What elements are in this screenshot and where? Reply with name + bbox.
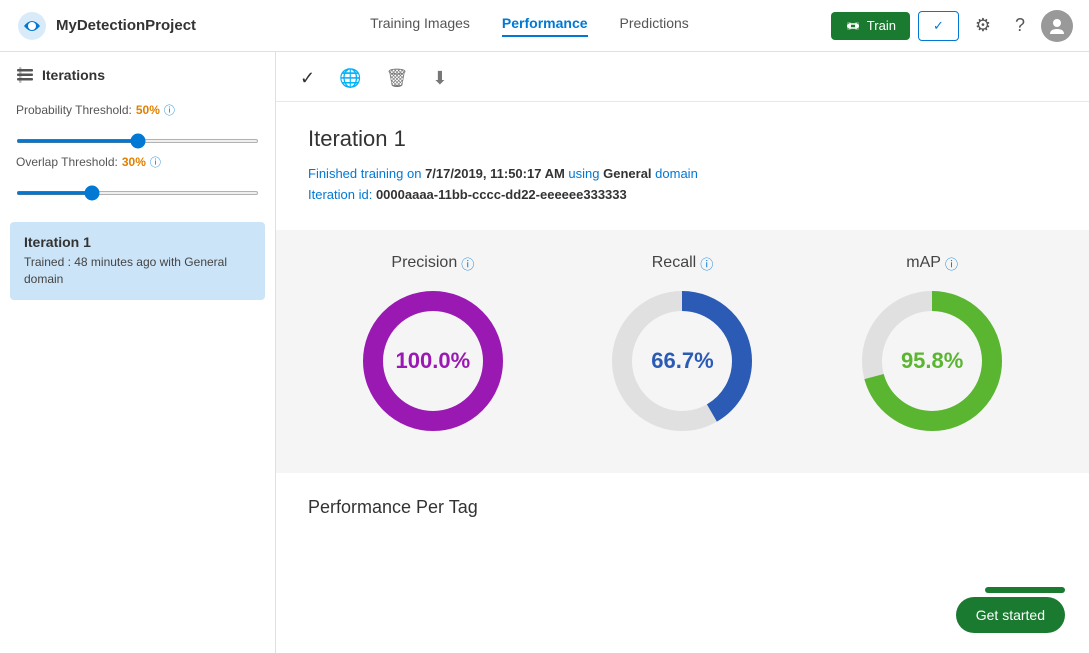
toolbar-checkmark-icon[interactable]: ✓ — [300, 68, 315, 89]
map-info-icon[interactable]: ⓘ — [945, 254, 958, 273]
probability-slider-container — [16, 130, 259, 148]
progress-bar — [985, 587, 1065, 593]
main-nav: Training Images Performance Predictions — [228, 15, 831, 37]
iteration-detail-title: Iteration 1 — [308, 126, 1057, 152]
toolbar-globe-icon[interactable]: 🌐 — [339, 68, 361, 89]
precision-donut: 100.0% — [353, 281, 513, 441]
recall-donut: 66.7% — [602, 281, 762, 441]
settings-button[interactable]: ⚙ — [967, 11, 999, 40]
train-button[interactable]: Train — [831, 12, 910, 40]
overlap-threshold-label: Overlap Threshold: — [16, 155, 118, 169]
map-title: mAP ⓘ — [906, 254, 958, 273]
iteration-meta: Finished training on 7/17/2019, 11:50:17… — [308, 164, 1057, 206]
meta-domain-suffix: domain — [652, 166, 698, 181]
map-value: 95.8% — [901, 348, 963, 374]
sidebar-controls: Probability Threshold: 50% ⓘ Overlap Thr… — [0, 94, 275, 214]
meta-iteration-id: 0000aaaa-11bb-cccc-dd22-eeeeee333333 — [376, 187, 627, 202]
overlap-slider[interactable] — [16, 191, 259, 195]
overlap-threshold-row: Overlap Threshold: 30% ⓘ — [16, 154, 259, 170]
iteration-list-item[interactable]: Iteration 1 Trained : 48 minutes ago wit… — [10, 222, 265, 300]
sidebar: Iterations Probability Threshold: 50% ⓘ … — [0, 52, 276, 653]
toolbar-delete-icon[interactable]: 🗑 — [386, 68, 409, 89]
recall-card: Recall ⓘ 66.7% — [602, 254, 762, 441]
precision-info-icon[interactable]: ⓘ — [461, 254, 474, 273]
meta-line1: Finished training on 7/17/2019, 11:50:17… — [308, 164, 1057, 185]
map-card: mAP ⓘ 95.8% — [852, 254, 1012, 441]
train-icon — [845, 18, 861, 34]
train-button-label: Train — [867, 18, 896, 33]
user-avatar-icon — [1047, 16, 1067, 36]
probability-threshold-value: 50% — [136, 103, 160, 117]
performance-per-tag-title: Performance Per Tag — [308, 497, 1057, 518]
probability-info-icon[interactable]: ⓘ — [164, 102, 175, 118]
main-layout: Iterations Probability Threshold: 50% ⓘ … — [0, 52, 1089, 653]
iteration-item-title: Iteration 1 — [24, 234, 251, 250]
nav-training-images[interactable]: Training Images — [370, 15, 470, 37]
overlap-threshold-value: 30% — [122, 155, 146, 169]
overlap-info-icon[interactable]: ⓘ — [150, 154, 161, 170]
nav-predictions[interactable]: Predictions — [620, 15, 689, 37]
app-title: MyDetectionProject — [56, 17, 196, 34]
meta-line1-prefix: Finished training on — [308, 166, 425, 181]
map-donut: 95.8% — [852, 281, 1012, 441]
app-header: MyDetectionProject Training Images Perfo… — [0, 0, 1089, 52]
metrics-section: Precision ⓘ 100.0% Recall ⓘ — [276, 230, 1089, 473]
iteration-detail: Iteration 1 Finished training on 7/17/20… — [276, 102, 1089, 222]
iterations-icon — [16, 66, 34, 84]
sidebar-iterations-title: Iterations — [42, 67, 105, 83]
meta-domain-prefix: using — [565, 166, 603, 181]
recall-value: 66.7% — [651, 348, 713, 374]
sidebar-header: Iterations — [0, 52, 275, 94]
recall-info-icon[interactable]: ⓘ — [700, 254, 713, 273]
map-label: mAP — [906, 254, 941, 272]
content-toolbar: ✓ 🌐 🗑 ⬇ — [276, 52, 1089, 102]
overlap-slider-container — [16, 182, 259, 200]
quick-test-button[interactable]: ✓ — [918, 11, 959, 41]
precision-card: Precision ⓘ 100.0% — [353, 254, 513, 441]
meta-date: 7/17/2019, 11:50:17 AM — [425, 166, 565, 181]
logo-area: MyDetectionProject — [16, 10, 196, 42]
probability-threshold-row: Probability Threshold: 50% ⓘ — [16, 102, 259, 118]
recall-label: Recall — [652, 254, 696, 272]
recall-title: Recall ⓘ — [652, 254, 713, 273]
help-button[interactable]: ? — [1007, 11, 1033, 40]
get-started-button[interactable]: Get started — [956, 597, 1065, 633]
precision-label: Precision — [391, 254, 457, 272]
avatar[interactable] — [1041, 10, 1073, 42]
probability-slider[interactable] — [16, 139, 259, 143]
main-content: ✓ 🌐 🗑 ⬇ Iteration 1 Finished training on… — [276, 52, 1089, 653]
meta-line2: Iteration id: 0000aaaa-11bb-cccc-dd22-ee… — [308, 185, 1057, 206]
precision-title: Precision ⓘ — [391, 254, 474, 273]
nav-performance[interactable]: Performance — [502, 15, 588, 37]
meta-iteration-id-prefix: Iteration id: — [308, 187, 376, 202]
probability-threshold-label: Probability Threshold: — [16, 103, 132, 117]
header-actions: Train ✓ ⚙ ? — [831, 10, 1073, 42]
app-logo-icon — [16, 10, 48, 42]
precision-value: 100.0% — [396, 348, 471, 374]
toolbar-download-icon[interactable]: ⬇ — [432, 68, 447, 89]
performance-per-tag-section: Performance Per Tag — [276, 481, 1089, 534]
iteration-item-description: Trained : 48 minutes ago with General do… — [24, 254, 251, 288]
meta-domain: General — [603, 166, 651, 181]
